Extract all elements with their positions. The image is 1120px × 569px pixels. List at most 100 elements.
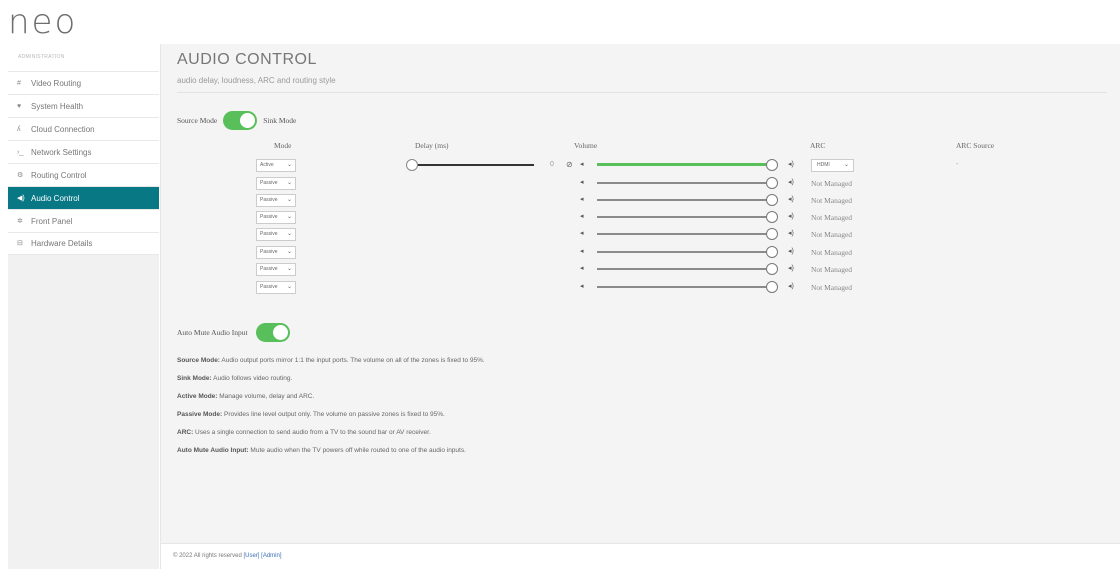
copyright: © 2022 All rights reserved xyxy=(173,553,242,559)
arc-value: Not Managed xyxy=(811,283,853,292)
zone-row: Zone D Passive⌄ ◂ ◂) Not Managed xyxy=(161,210,1120,227)
column-header-mode: Mode xyxy=(274,141,292,150)
legend-item: Sink Mode: Audio follows video routing. xyxy=(177,370,1077,388)
logo: neo xyxy=(8,2,78,42)
sidebar-item-label: System Health xyxy=(31,101,84,111)
gear-icon: ✲ xyxy=(17,217,23,225)
zone-mode-select[interactable]: Passive ⌄ xyxy=(256,211,296,224)
legend-term: Source Mode: xyxy=(177,357,220,364)
arc-source-value: - xyxy=(956,161,959,168)
volume-slider-handle xyxy=(766,228,778,240)
chevron-down-icon: ⌄ xyxy=(286,214,292,220)
zone-mode-select[interactable]: Passive ⌄ xyxy=(256,228,296,241)
delay-slider[interactable] xyxy=(406,158,536,172)
speaker-icon: ◀) xyxy=(17,194,25,202)
column-header-arc: ARC xyxy=(810,141,826,150)
chevron-down-icon: ⌄ xyxy=(286,284,292,290)
volume-down-icon: ◂ xyxy=(580,265,584,272)
zone-mode-value: Passive xyxy=(260,231,278,237)
zone-row: Zone F Passive⌄ ◂ ◂) Not Managed xyxy=(161,245,1120,262)
source-sink-mode-row: Source Mode Sink Mode xyxy=(177,111,296,130)
volume-slider-handle xyxy=(766,263,778,275)
source-sink-mode-toggle[interactable] xyxy=(223,111,258,130)
legend-text: Audio follows video routing. xyxy=(211,375,293,382)
zone-mode-select[interactable]: Active ⌄ xyxy=(256,159,296,172)
footer-text: © 2022 All rights reserved [User] [Admin… xyxy=(173,553,282,559)
sidebar: ADMINISTRATION # Video Routing ♥ System … xyxy=(8,44,159,569)
user-link[interactable]: [User] xyxy=(243,553,259,559)
zone-row: Zone A Active⌄ 0 ⊘ ◂ ◂) HDMI⌄ - xyxy=(161,158,1120,175)
column-header-volume: Volume xyxy=(574,141,598,150)
zone-mode-value: Passive xyxy=(260,249,278,255)
legend-text: Manage volume, delay and ARC. xyxy=(217,393,315,400)
sidebar-item-hardware-details[interactable]: ⊟ Hardware Details xyxy=(8,232,159,255)
legend-item: ARC: Uses a single connection to send au… xyxy=(177,424,1077,442)
toggle-knob xyxy=(240,113,256,128)
zone-mode-value: Passive xyxy=(260,284,278,290)
legend: Source Mode: Audio output ports mirror 1… xyxy=(177,352,1077,460)
legend-text: Audio output ports mirror 1:1 the input … xyxy=(219,357,485,364)
mute-icon[interactable]: ⊘ xyxy=(566,160,573,169)
zone-row: Zone G Passive⌄ ◂ ◂) Not Managed xyxy=(161,262,1120,279)
auto-mute-toggle[interactable] xyxy=(255,323,290,342)
legend-term: ARC: xyxy=(177,429,194,436)
delay-slider-handle[interactable] xyxy=(406,159,418,171)
sidebar-item-system-health[interactable]: ♥ System Health xyxy=(8,94,159,117)
volume-slider-track xyxy=(597,286,769,288)
volume-up-icon: ◂) xyxy=(788,230,794,237)
zone-mode-value: Passive xyxy=(260,197,278,203)
volume-down-icon: ◂ xyxy=(580,161,584,168)
sidebar-item-label: Network Settings xyxy=(31,147,92,157)
sidebar-heading: ADMINISTRATION xyxy=(8,44,159,71)
legend-item: Passive Mode: Provides line level output… xyxy=(177,406,1077,424)
zone-mode-select[interactable]: Passive ⌄ xyxy=(256,194,296,207)
zone-mode-select[interactable]: Passive ⌄ xyxy=(256,177,296,190)
arc-select[interactable]: HDMI ⌄ xyxy=(811,159,854,172)
zone-mode-select[interactable]: Passive ⌄ xyxy=(256,263,296,276)
volume-up-icon: ◂) xyxy=(788,213,794,220)
legend-term: Sink Mode: xyxy=(177,375,212,382)
zone-mode-value: Passive xyxy=(260,266,278,272)
arc-value: Not Managed xyxy=(811,179,853,188)
main-content: AUDIO CONTROL audio delay, loudness, ARC… xyxy=(160,44,1120,569)
arc-value: Not Managed xyxy=(811,248,853,257)
arc-value: Not Managed xyxy=(811,265,853,274)
zone-mode-select[interactable]: Passive ⌄ xyxy=(256,246,296,259)
delay-slider-track xyxy=(412,164,534,166)
volume-slider-handle[interactable] xyxy=(766,159,778,171)
sidebar-item-routing-control[interactable]: ⚙ Routing Control xyxy=(8,163,159,186)
volume-slider-handle xyxy=(766,194,778,206)
footer: © 2022 All rights reserved [User] [Admin… xyxy=(161,543,1120,569)
volume-up-icon: ◂) xyxy=(788,283,794,290)
sidebar-item-label: Hardware Details xyxy=(31,239,93,248)
sidebar-item-video-routing[interactable]: # Video Routing xyxy=(8,71,159,94)
zone-mode-select[interactable]: Passive ⌄ xyxy=(256,281,296,294)
sidebar-item-network-settings[interactable]: ›_ Network Settings xyxy=(8,140,159,163)
legend-item: Source Mode: Audio output ports mirror 1… xyxy=(177,352,1077,370)
legend-text: Mute audio when the TV powers off while … xyxy=(248,447,466,454)
auto-mute-row: Auto Mute Audio Input xyxy=(177,323,296,342)
admin-link[interactable]: [Admin] xyxy=(261,553,281,559)
sink-mode-label: Sink Mode xyxy=(263,116,297,125)
auto-mute-label: Auto Mute Audio Input xyxy=(177,328,248,337)
legend-term: Auto Mute Audio Input: xyxy=(177,447,249,454)
zone-row: Zone E Passive⌄ ◂ ◂) Not Managed xyxy=(161,227,1120,244)
divider xyxy=(177,92,1107,93)
cogs-icon: ⚙ xyxy=(17,171,24,179)
sidebar-item-audio-control[interactable]: ◀) Audio Control xyxy=(8,186,159,209)
zone-row: Zone C Passive⌄ ◂ ◂) Not Managed xyxy=(161,193,1120,210)
zone-mode-value: Active xyxy=(260,162,274,168)
hdd-icon: ⊟ xyxy=(17,240,23,247)
column-header-delay: Delay (ms) xyxy=(415,141,449,150)
zone-mode-value: Passive xyxy=(260,180,278,186)
volume-slider-track xyxy=(597,251,769,253)
legend-text: Uses a single connection to send audio f… xyxy=(193,429,431,436)
sidebar-item-cloud-connection[interactable]: ʎ Cloud Connection xyxy=(8,117,159,140)
volume-up-icon: ◂) xyxy=(788,196,794,203)
column-header-arc-source: ARC Source xyxy=(956,141,995,150)
heart-icon: ♥ xyxy=(17,102,22,110)
volume-slider-track xyxy=(597,233,769,235)
volume-slider-track[interactable] xyxy=(597,163,769,166)
sidebar-item-front-panel[interactable]: ✲ Front Panel xyxy=(8,209,159,232)
page-title: AUDIO CONTROL xyxy=(177,51,317,68)
